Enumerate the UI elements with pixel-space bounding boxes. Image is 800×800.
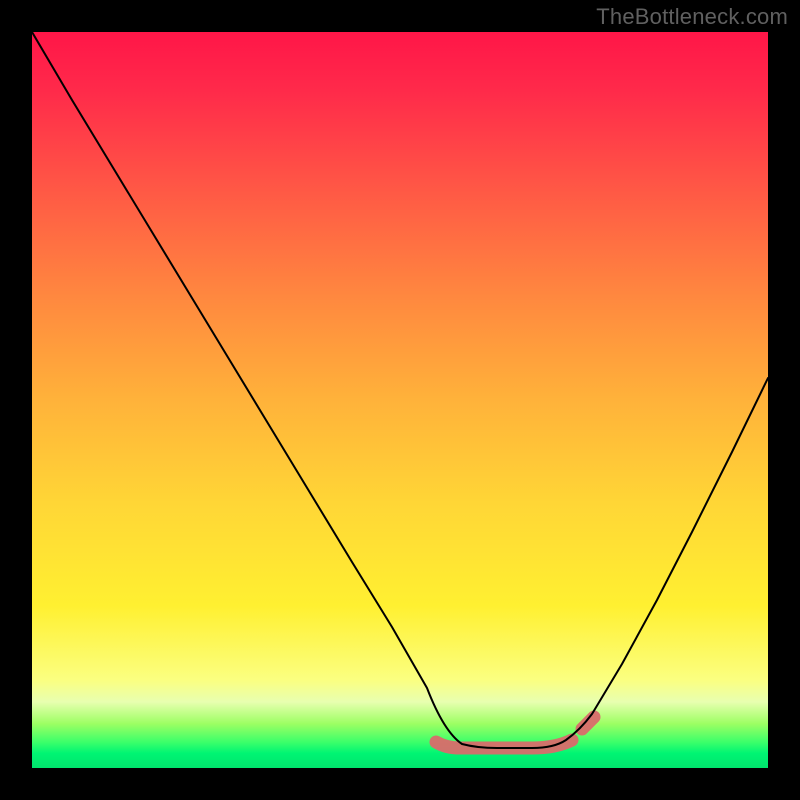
chart-frame: TheBottleneck.com: [0, 0, 800, 800]
attribution-text: TheBottleneck.com: [596, 4, 788, 30]
chart-svg: [32, 32, 768, 768]
bottleneck-curve-line: [32, 32, 768, 748]
plot-area: [32, 32, 768, 768]
